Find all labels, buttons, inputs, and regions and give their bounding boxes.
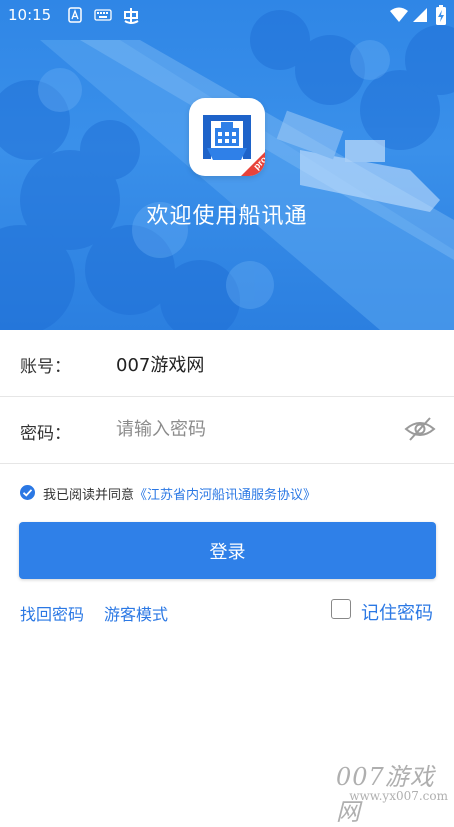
agreement-text-wrap: 我已阅读并同意《江苏省内河船讯通服务协议》: [43, 484, 316, 503]
account-field[interactable]: 007游戏网: [116, 351, 204, 377]
keyboard-a-icon: [68, 7, 82, 23]
status-time: 10:15: [8, 6, 52, 24]
watermark: 007游戏网 www.yx007.com: [336, 757, 454, 826]
welcome-title: 欢迎使用船讯通: [146, 204, 308, 229]
password-row: 密码：: [0, 397, 454, 464]
forgot-password-link[interactable]: 找回密码: [20, 601, 84, 625]
agreement-link[interactable]: 《江苏省内河船讯通服务协议》: [134, 488, 316, 503]
battery-charging-icon: [436, 5, 446, 25]
login-button[interactable]: 登录: [19, 522, 436, 579]
keyboard-icon: [94, 9, 112, 21]
remember-password-label[interactable]: 记住密码: [361, 599, 433, 625]
status-bar: 10:15: [0, 0, 454, 32]
account-label: 账号：: [20, 357, 71, 377]
app-logo: pro: [189, 98, 265, 176]
wifi-icon: [390, 7, 408, 22]
signal-icon: [413, 8, 427, 22]
app-notification-icon: [124, 8, 139, 24]
agreement-checkbox[interactable]: [20, 485, 35, 500]
remember-password-checkbox[interactable]: [331, 599, 351, 619]
eye-off-icon[interactable]: [404, 415, 436, 443]
password-field[interactable]: [116, 411, 396, 447]
hero-banner: 10:15 pro 欢迎使用船讯通: [0, 0, 454, 330]
ship-logo-icon: pro: [203, 115, 265, 176]
guest-mode-link[interactable]: 游客模式: [104, 601, 168, 625]
password-label: 密码：: [20, 424, 71, 444]
account-row: 账号： 007游戏网: [0, 330, 454, 397]
watermark-url: www.yx007.com: [349, 789, 448, 803]
agreement-text: 我已阅读并同意: [43, 488, 135, 503]
